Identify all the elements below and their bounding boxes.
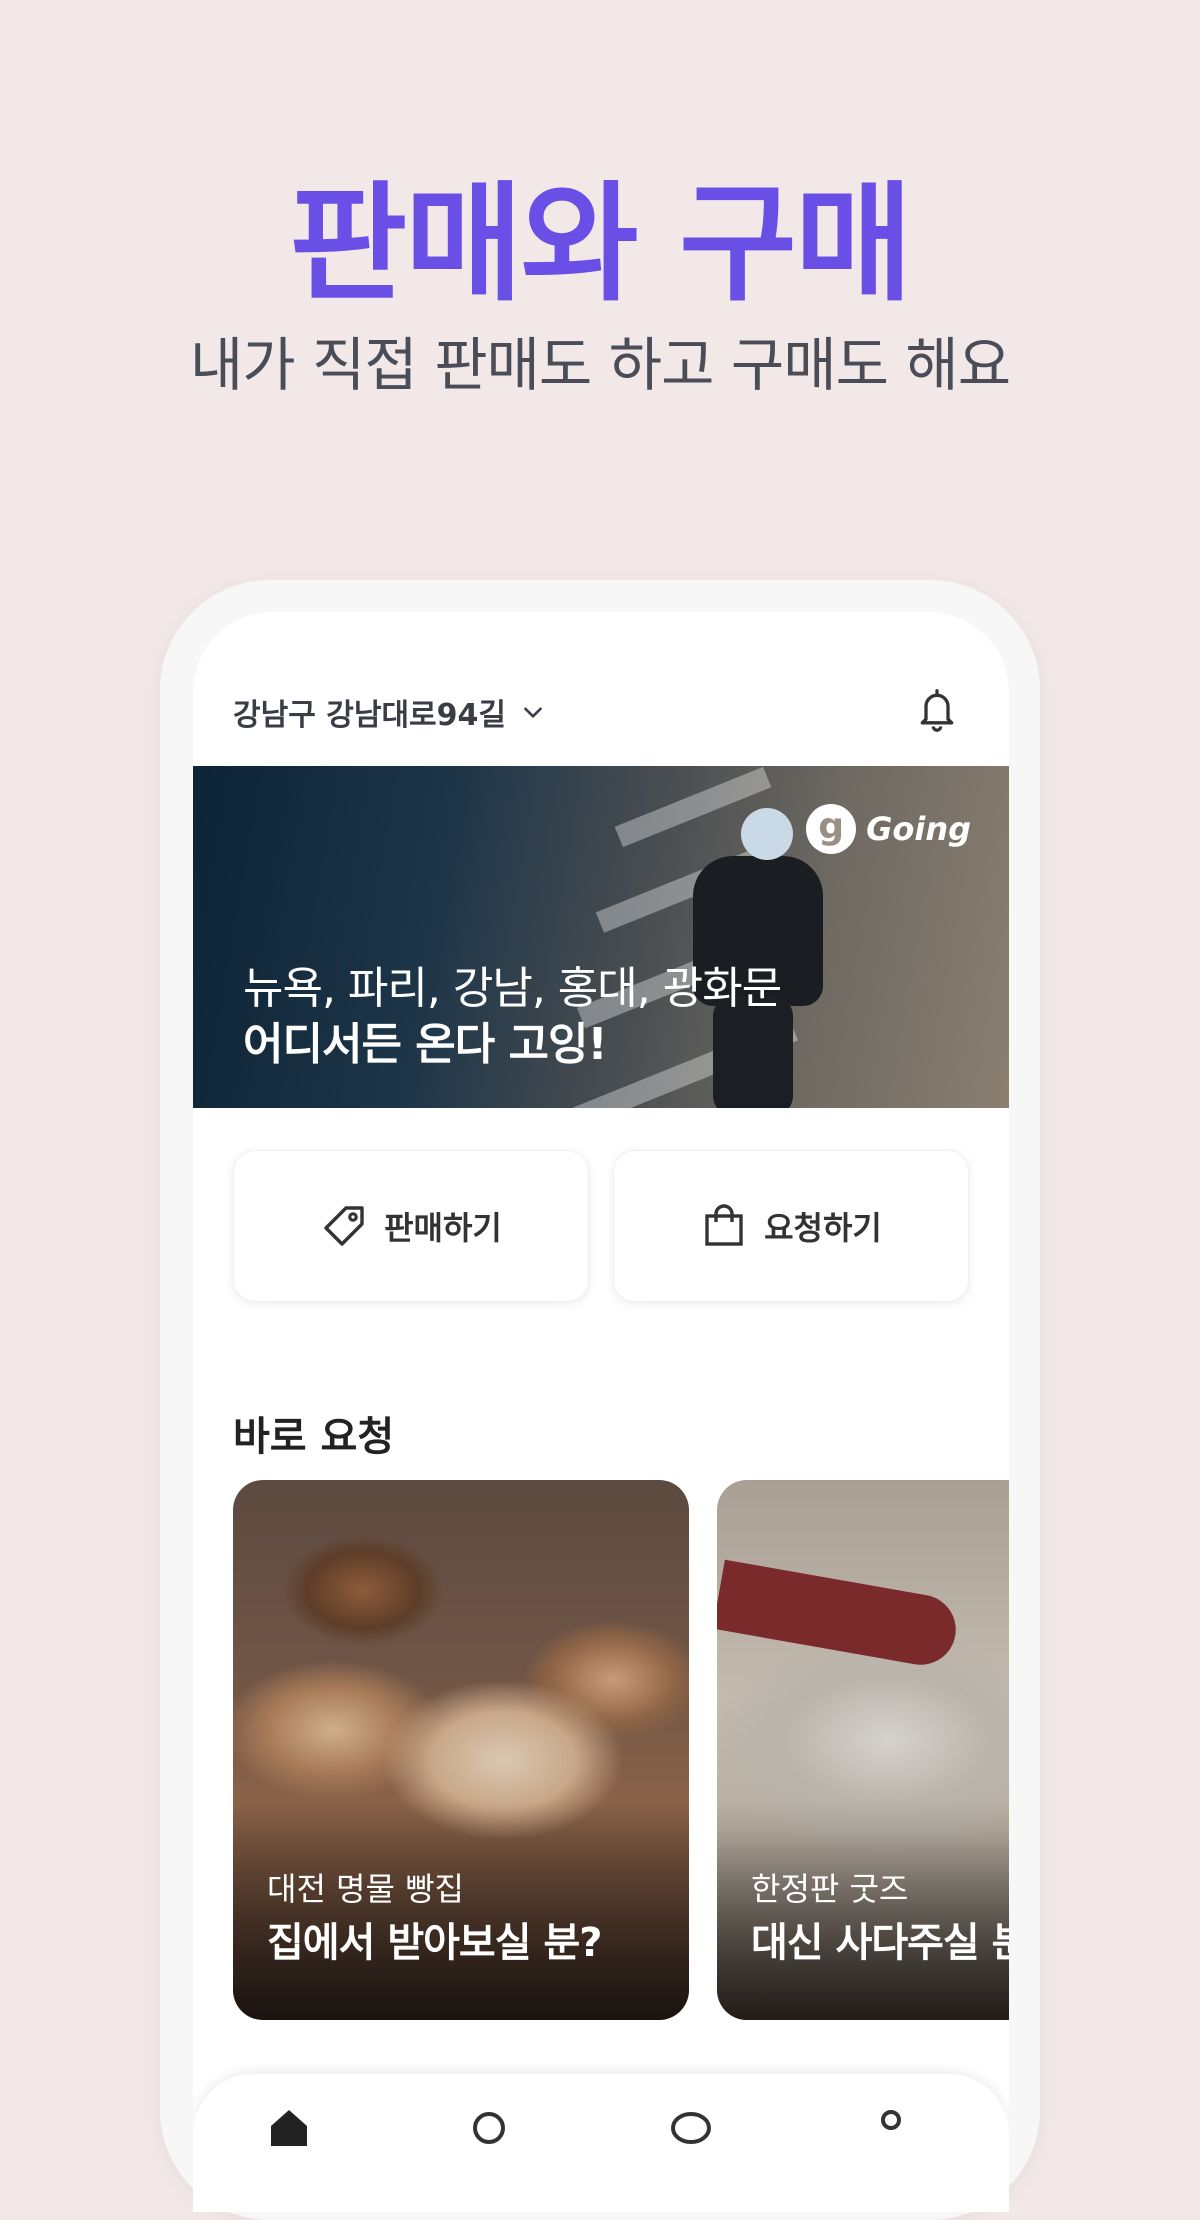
request-card[interactable]: 한정판 굿즈 대신 사다주실 분 (717, 1480, 1009, 2020)
card-subtitle: 대전 명물 빵집 (267, 1870, 464, 1908)
phone-screen: 강남구 강남대로94길 g Going 뉴욕, 파리, 강남, 홍대, 광화문 … (193, 612, 1009, 2212)
location-selector[interactable]: 강남구 강남대로94길 (233, 690, 546, 734)
search-icon[interactable] (465, 2104, 513, 2152)
banner-headline-1: 뉴욕, 파리, 강남, 홍대, 광화문 (243, 963, 782, 1014)
home-icon[interactable] (265, 2104, 313, 2152)
card-title: 대신 사다주실 분 (751, 1920, 1009, 1966)
shopping-bag-icon (705, 1204, 743, 1246)
card-subtitle: 한정판 굿즈 (751, 1870, 909, 1908)
app-header: 강남구 강남대로94길 (193, 612, 1009, 766)
promo-title: 판매와 구매 (289, 170, 912, 319)
going-logo-text: Going (866, 810, 971, 848)
bottom-tab-bar (193, 2074, 1009, 2212)
promo-banner[interactable]: g Going 뉴욕, 파리, 강남, 홍대, 광화문 어디서든 온다 고잉! (193, 766, 1009, 1108)
shoe-image-detail (717, 1559, 962, 1671)
sell-button[interactable]: 판매하기 (233, 1150, 589, 1302)
sell-button-label: 판매하기 (384, 1209, 502, 1247)
card-title: 집에서 받아보실 분? (267, 1920, 602, 1966)
chevron-down-icon (524, 707, 542, 718)
going-logo: g Going (806, 804, 971, 854)
request-button[interactable]: 요청하기 (613, 1150, 969, 1302)
request-button-label: 요청하기 (764, 1209, 882, 1247)
promo-subtitle: 내가 직접 판매도 하고 구매도 해요 (189, 331, 1011, 399)
banner-headline-2: 어디서든 온다 고잉! (243, 1019, 608, 1070)
rider-helmet (741, 808, 793, 860)
profile-icon[interactable] (867, 2104, 915, 2152)
location-label: 강남구 강남대로94길 (233, 698, 506, 733)
tag-icon (324, 1206, 364, 1246)
going-logo-mark: g (806, 804, 857, 854)
chat-icon[interactable] (667, 2104, 715, 2152)
section-title: 바로 요청 (233, 1414, 395, 1460)
bell-icon[interactable] (915, 686, 959, 734)
request-card[interactable]: 대전 명물 빵집 집에서 받아보실 분? (233, 1480, 689, 2020)
